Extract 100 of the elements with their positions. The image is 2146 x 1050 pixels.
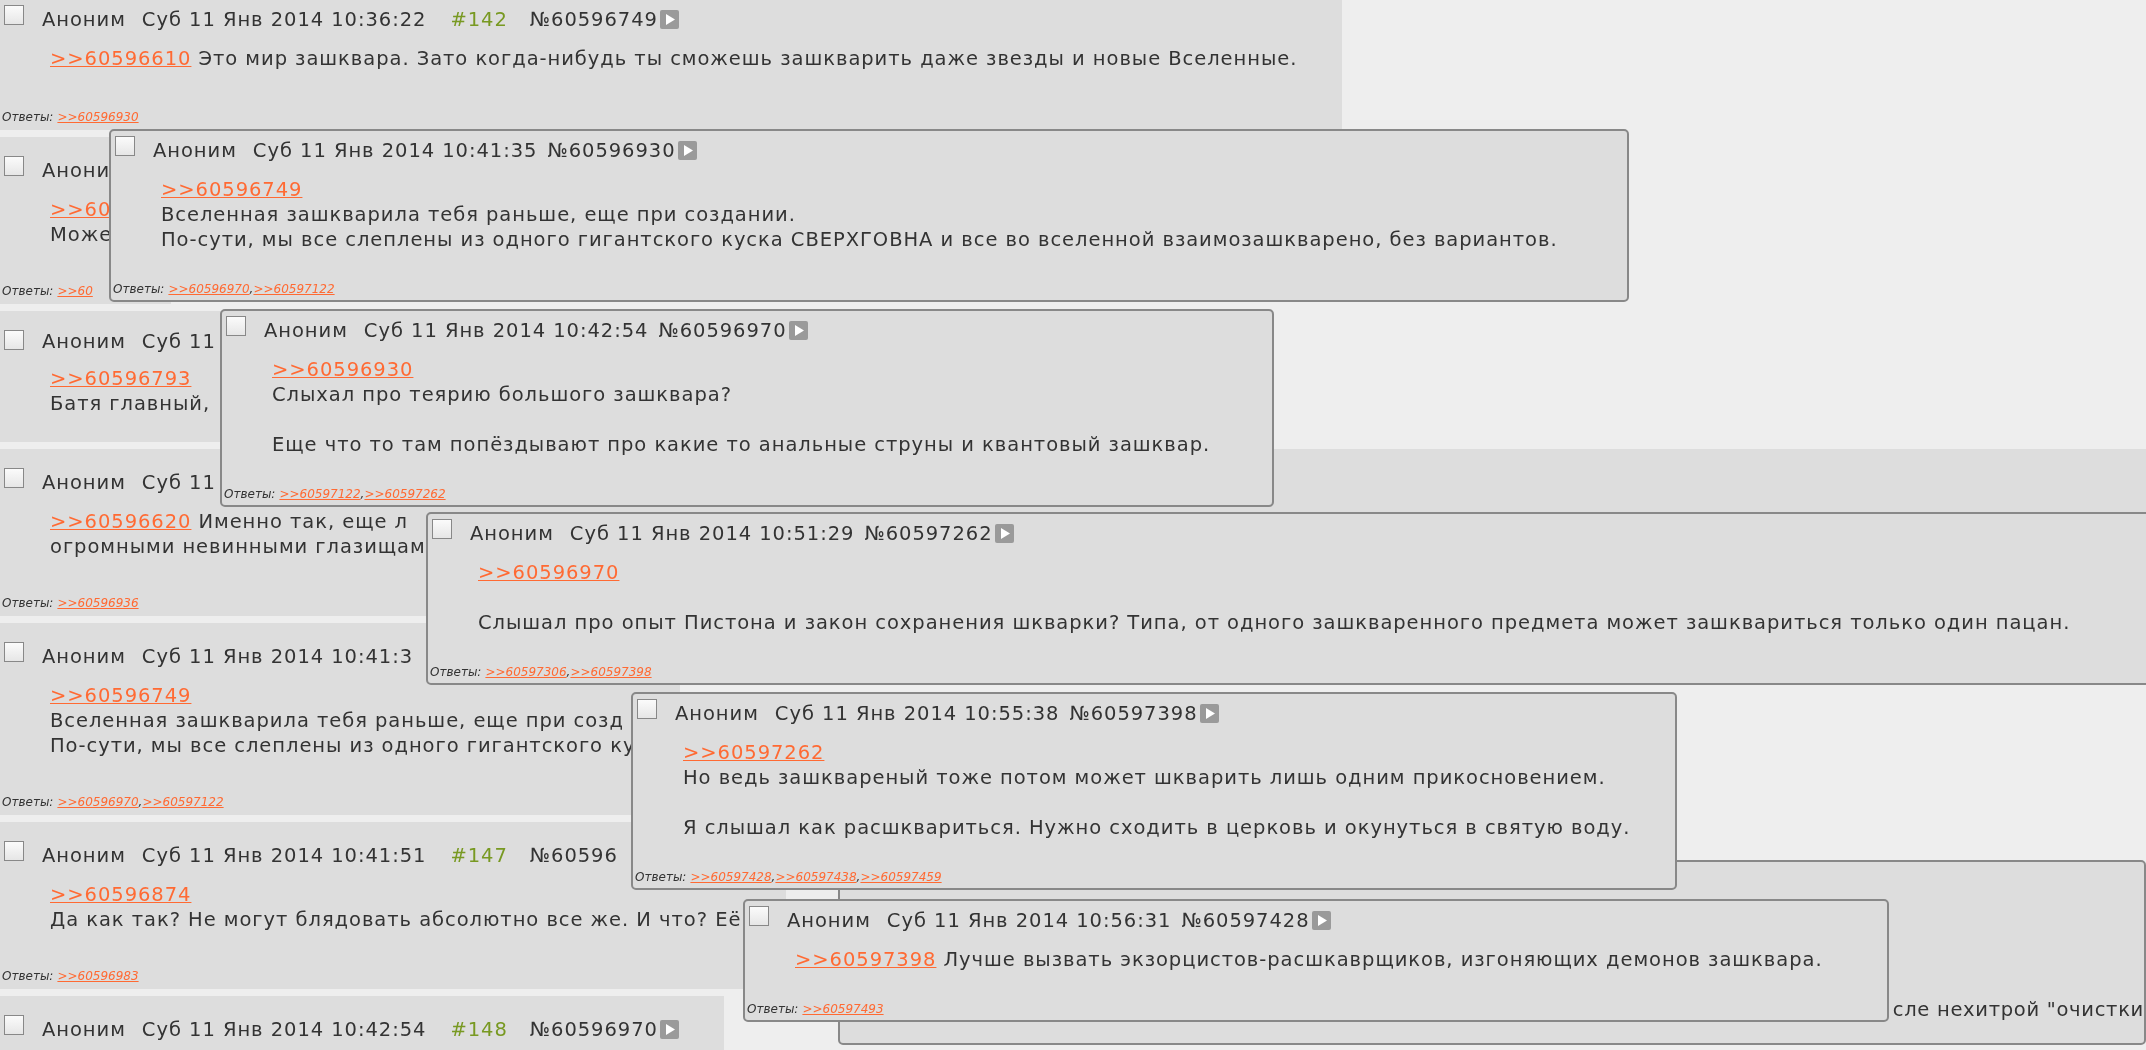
post-id[interactable]: №60597262 <box>864 521 993 545</box>
play-icon[interactable] <box>677 140 697 160</box>
post-text: Еще что то там попёздывают про какие то анальные струны и квантовый зашквар. <box>272 433 1211 456</box>
post-checkbox[interactable] <box>4 642 24 662</box>
poster-name: Аноним <box>42 843 126 867</box>
post-checkbox[interactable] <box>226 316 246 336</box>
quote-link[interactable]: >>60596874 <box>50 883 192 906</box>
reply-link[interactable]: >>60597306 <box>485 665 567 679</box>
post-date: Суб 11 Янв 2014 10:56:31 <box>886 908 1172 932</box>
post-date: Суб 11 Янв 2014 10:42:54 <box>141 1017 427 1041</box>
post-date: Суб 11 Янв 2014 10:55:38 <box>774 701 1060 725</box>
poster-name: Аноним <box>42 1017 126 1041</box>
reply-link[interactable]: >>60596936 <box>57 596 139 610</box>
reply-link[interactable]: >>60597122 <box>279 487 361 501</box>
play-icon[interactable] <box>659 1019 679 1039</box>
replies-label: Ответы: <box>2 110 54 124</box>
post-checkbox[interactable] <box>4 841 24 861</box>
post-checkbox[interactable] <box>4 156 24 176</box>
post-text: Именно так, еще л <box>198 510 409 533</box>
post-text: Слыхал про теярию большого зашквара? <box>272 383 732 406</box>
post-date: Суб 11 <box>141 330 216 353</box>
reply-link[interactable]: >>60 <box>57 284 93 298</box>
reply-link[interactable]: >>60597398 <box>570 665 652 679</box>
reply-link[interactable]: >>60597438 <box>775 870 857 884</box>
post-id[interactable]: №60596970 <box>658 318 787 342</box>
separator-text: , <box>360 487 365 501</box>
post-date: Суб 11 Янв 2014 10:51:29 <box>569 521 855 545</box>
poster-name: Аноним <box>675 701 759 725</box>
quote-link[interactable]: >>60596749 <box>161 178 303 201</box>
quote-link[interactable]: >>60597398 <box>795 948 937 971</box>
poster-name: Аноним <box>264 318 348 342</box>
post-id[interactable]: №60596970 <box>529 1017 658 1041</box>
post-id[interactable]: №60597428 <box>1181 908 1310 932</box>
poster-name: Анони <box>42 158 111 182</box>
post-date: Суб 11 Янв 2014 10:36:22 <box>141 7 427 31</box>
poster-name: Аноним <box>42 7 126 31</box>
reply-link[interactable]: >>60597459 <box>860 870 942 884</box>
reply-link[interactable]: >>60597428 <box>690 870 772 884</box>
separator-text: , <box>856 870 861 884</box>
post-text: сле нехитрой "очистки <box>1892 998 2144 1021</box>
post-id[interactable]: №60596930 <box>547 138 676 162</box>
post-id[interactable]: №60596749 <box>529 7 658 31</box>
quote-link[interactable]: >>60596970 <box>478 561 620 584</box>
play-icon[interactable] <box>1199 703 1219 723</box>
quote-link[interactable]: >>60 <box>50 198 112 221</box>
post-id[interactable]: №60597398 <box>1069 701 1198 725</box>
reply-link[interactable]: >>60597122 <box>142 795 224 809</box>
post-id[interactable]: №60596 <box>529 843 618 867</box>
post-number[interactable]: #148 <box>450 1017 508 1041</box>
post-text: Вселенная зашкварила тебя раньше, еще при созд <box>50 709 624 732</box>
reply-link[interactable]: >>60596970 <box>168 282 250 296</box>
post-text: Слышал про опыт Пистона и закон сохранения шкварки? Типа, от одного зашкваренного предмета может зашквариться только один пацан. <box>478 611 2071 634</box>
separator-text: , <box>771 870 776 884</box>
post-text: Батя главный, <box>50 392 211 415</box>
post-date: Суб 11 Янв 2014 10:42:54 <box>363 318 649 342</box>
replies-label: Ответы: <box>224 487 276 501</box>
quote-link[interactable]: >>60596620 <box>50 510 192 533</box>
replies-label: Ответы: <box>2 795 54 809</box>
quote-link[interactable]: >>60596610 <box>50 47 192 70</box>
post-checkbox[interactable] <box>749 906 769 926</box>
post-checkbox[interactable] <box>4 5 24 25</box>
reply-link[interactable]: >>60596983 <box>57 969 139 983</box>
quote-link[interactable]: >>60596930 <box>272 358 414 381</box>
post-checkbox[interactable] <box>4 1015 24 1035</box>
poster-name: Аноним <box>42 330 126 353</box>
post-checkbox[interactable] <box>4 468 24 488</box>
post-text: Это мир зашквара. Зато когда-нибудь ты сможешь зашкварить даже звезды и новые Вселенные. <box>198 47 1298 70</box>
post-number[interactable]: #147 <box>450 843 508 867</box>
reply-link[interactable]: >>60596970 <box>57 795 139 809</box>
reply-link[interactable]: >>60597493 <box>802 1002 884 1016</box>
play-icon[interactable] <box>788 320 808 340</box>
reply-link[interactable]: >>60597262 <box>364 487 446 501</box>
play-icon[interactable] <box>1311 910 1331 930</box>
replies-label: Ответы: <box>113 282 165 296</box>
reply-link[interactable]: >>60596930 <box>57 110 139 124</box>
post-text: Вселенная зашкварила тебя раньше, еще при создании. <box>161 203 796 226</box>
post-number[interactable]: #142 <box>450 7 508 31</box>
reply-link[interactable]: >>60597122 <box>253 282 335 296</box>
play-icon[interactable] <box>659 9 679 29</box>
post-text: Я слышал как расшквариться. Нужно сходить в церковь и окунуться в святую воду. <box>683 816 1631 839</box>
separator-text: , <box>138 795 143 809</box>
post-checkbox[interactable] <box>637 699 657 719</box>
post-checkbox[interactable] <box>432 519 452 539</box>
quote-link[interactable]: >>60596749 <box>50 684 192 707</box>
replies-label: Ответы: <box>430 665 482 679</box>
play-icon[interactable] <box>994 523 1014 543</box>
quote-link[interactable]: >>60597262 <box>683 741 825 764</box>
post-date: Суб 11 <box>141 470 216 494</box>
separator-text: , <box>249 282 254 296</box>
post-date: Суб 11 Янв 2014 10:41:35 <box>252 138 538 162</box>
post-checkbox[interactable] <box>4 330 24 350</box>
poster-name: Аноним <box>42 644 126 668</box>
post-text: огромными невинными глазищам <box>50 535 426 558</box>
separator-text: , <box>566 665 571 679</box>
post-checkbox[interactable] <box>115 136 135 156</box>
post-date: Суб 11 Янв 2014 10:41:3 <box>141 644 414 668</box>
replies-label: Ответы: <box>2 284 54 298</box>
post-text: Но ведь зашквареный тоже потом может шкварить лишь одним прикосновением. <box>683 766 1606 789</box>
quote-link[interactable]: >>60596793 <box>50 367 192 390</box>
poster-name: Аноним <box>787 908 871 932</box>
